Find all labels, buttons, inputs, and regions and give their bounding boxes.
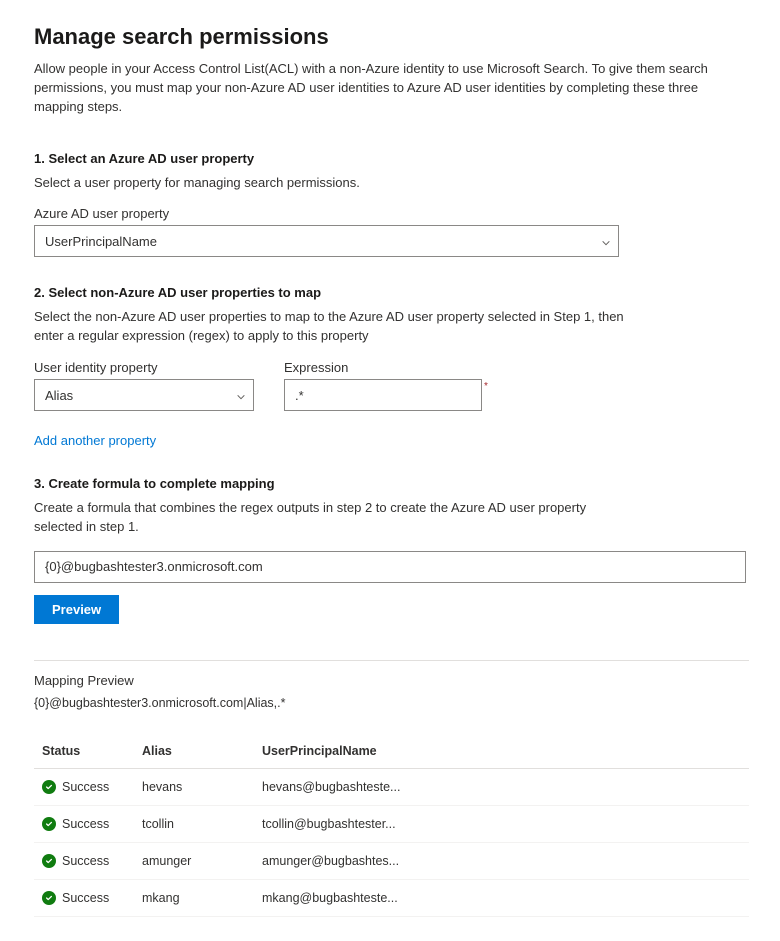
step3-description: Create a formula that combines the regex…: [34, 499, 634, 537]
cell-upn: tcollin@bugbashtester...: [254, 805, 749, 842]
cell-alias: hevans: [134, 768, 254, 805]
cell-alias: amunger: [134, 842, 254, 879]
step3-section: 3. Create formula to complete mapping Cr…: [34, 476, 746, 624]
azure-ad-property-select[interactable]: UserPrincipalName: [34, 225, 619, 257]
mapping-preview-formula: {0}@bugbashtester3.onmicrosoft.com|Alias…: [34, 696, 746, 710]
col-header-status: Status: [34, 734, 134, 769]
expression-label: Expression: [284, 360, 488, 375]
step1-description: Select a user property for managing sear…: [34, 174, 634, 193]
cell-status: Success: [34, 879, 134, 916]
cell-upn: amunger@bugbashtes...: [254, 842, 749, 879]
step2-section: 2. Select non-Azure AD user properties t…: [34, 285, 746, 448]
cell-upn: hevans@bugbashteste...: [254, 768, 749, 805]
formula-input[interactable]: [34, 551, 746, 583]
required-asterisk-icon: *: [484, 381, 488, 392]
cell-alias: mkang: [134, 879, 254, 916]
step1-section: 1. Select an Azure AD user property Sele…: [34, 151, 746, 258]
step1-title: 1. Select an Azure AD user property: [34, 151, 746, 166]
status-text: Success: [62, 817, 109, 831]
identity-property-select-wrapper: Alias: [34, 379, 254, 411]
cell-alias: tcollin: [134, 805, 254, 842]
azure-ad-property-select-wrapper: UserPrincipalName: [34, 225, 619, 257]
identity-property-label: User identity property: [34, 360, 254, 375]
step2-description: Select the non-Azure AD user properties …: [34, 308, 634, 346]
table-row: Success hevanshevans@bugbashteste...: [34, 768, 749, 805]
cell-status: Success: [34, 768, 134, 805]
table-row: Success tcollintcollin@bugbashtester...: [34, 805, 749, 842]
status-text: Success: [62, 780, 109, 794]
section-divider: [34, 660, 749, 661]
status-text: Success: [62, 891, 109, 905]
mapping-preview-title: Mapping Preview: [34, 673, 746, 688]
step3-title: 3. Create formula to complete mapping: [34, 476, 746, 491]
success-icon: [42, 891, 56, 905]
table-row: Success amungeramunger@bugbashtes...: [34, 842, 749, 879]
success-icon: [42, 817, 56, 831]
cell-upn: mkang@bugbashteste...: [254, 879, 749, 916]
page-title: Manage search permissions: [34, 24, 746, 50]
page-description: Allow people in your Access Control List…: [34, 60, 734, 117]
azure-ad-property-label: Azure AD user property: [34, 206, 746, 221]
col-header-alias: Alias: [134, 734, 254, 769]
success-icon: [42, 780, 56, 794]
identity-property-select[interactable]: Alias: [34, 379, 254, 411]
step2-title: 2. Select non-Azure AD user properties t…: [34, 285, 746, 300]
add-another-property-link[interactable]: Add another property: [34, 433, 156, 448]
success-icon: [42, 854, 56, 868]
status-text: Success: [62, 854, 109, 868]
mapping-preview-table: Status Alias UserPrincipalName Success he…: [34, 734, 749, 917]
cell-status: Success: [34, 805, 134, 842]
expression-input[interactable]: [284, 379, 482, 411]
col-header-upn: UserPrincipalName: [254, 734, 749, 769]
cell-status: Success: [34, 842, 134, 879]
preview-button[interactable]: Preview: [34, 595, 119, 624]
table-row: Success mkangmkang@bugbashteste...: [34, 879, 749, 916]
